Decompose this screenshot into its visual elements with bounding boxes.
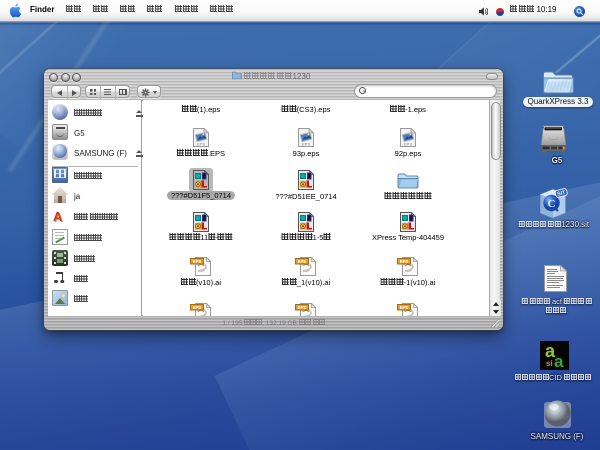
svg-text:EPS: EPS [197, 142, 205, 147]
svg-text:EPS: EPS [298, 259, 307, 264]
svg-text:a: a [554, 352, 564, 370]
svg-text:EPS: EPS [400, 259, 409, 264]
svg-text:EPS: EPS [193, 259, 202, 264]
svg-text:EPS: EPS [193, 305, 202, 310]
svg-text:C: C [548, 198, 556, 210]
svg-text:EPS: EPS [302, 142, 310, 147]
svg-text:EPS: EPS [404, 142, 412, 147]
svg-text:si: si [546, 359, 553, 368]
svg-text:EPS: EPS [298, 305, 307, 310]
svg-text:EPS: EPS [400, 305, 409, 310]
